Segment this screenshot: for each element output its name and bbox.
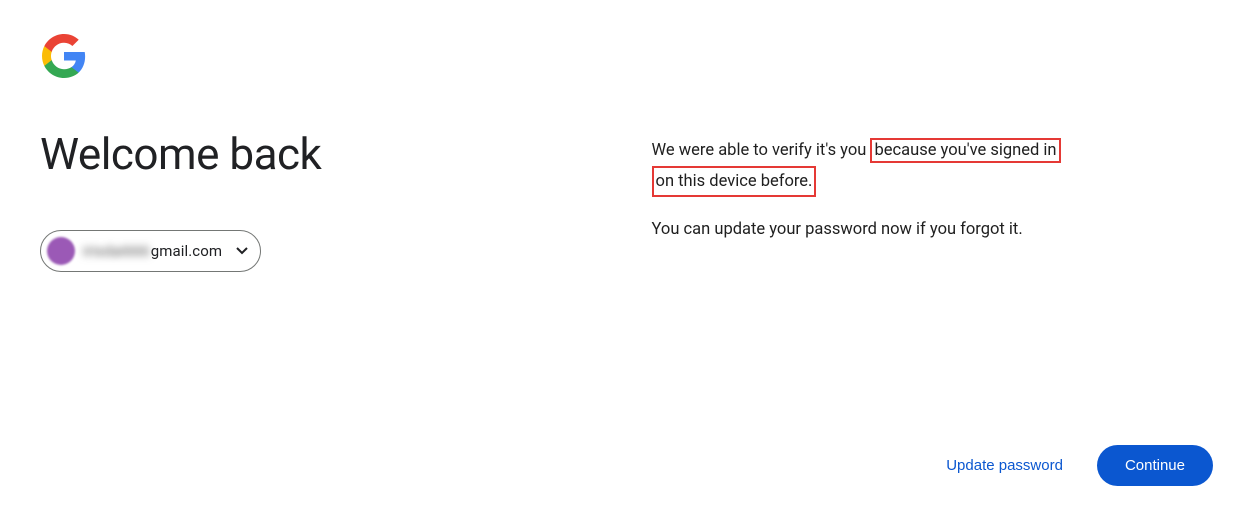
account-switcher[interactable]: irisdai666gmail.com	[40, 230, 261, 272]
continue-button[interactable]: Continue	[1097, 445, 1213, 486]
verify-text-highlight1: because you've signed in	[870, 138, 1060, 163]
avatar	[47, 237, 75, 265]
action-row: Update password Continue	[940, 445, 1213, 486]
update-hint: You can update your password now if you …	[652, 217, 1213, 243]
verify-message: We were able to verify it's you because …	[652, 138, 1213, 197]
google-logo-icon	[40, 32, 88, 80]
chevron-down-icon	[236, 247, 248, 255]
left-column: Welcome back irisdai666gmail.com	[0, 0, 652, 524]
account-email: irisdai666gmail.com	[83, 242, 222, 260]
right-column: We were able to verify it's you because …	[652, 0, 1253, 524]
update-password-button[interactable]: Update password	[940, 447, 1069, 484]
page-title: Welcome back	[40, 128, 612, 180]
verify-text-part1: We were able to verify it's you	[652, 141, 871, 160]
verify-text-highlight2: on this device before.	[652, 166, 817, 198]
